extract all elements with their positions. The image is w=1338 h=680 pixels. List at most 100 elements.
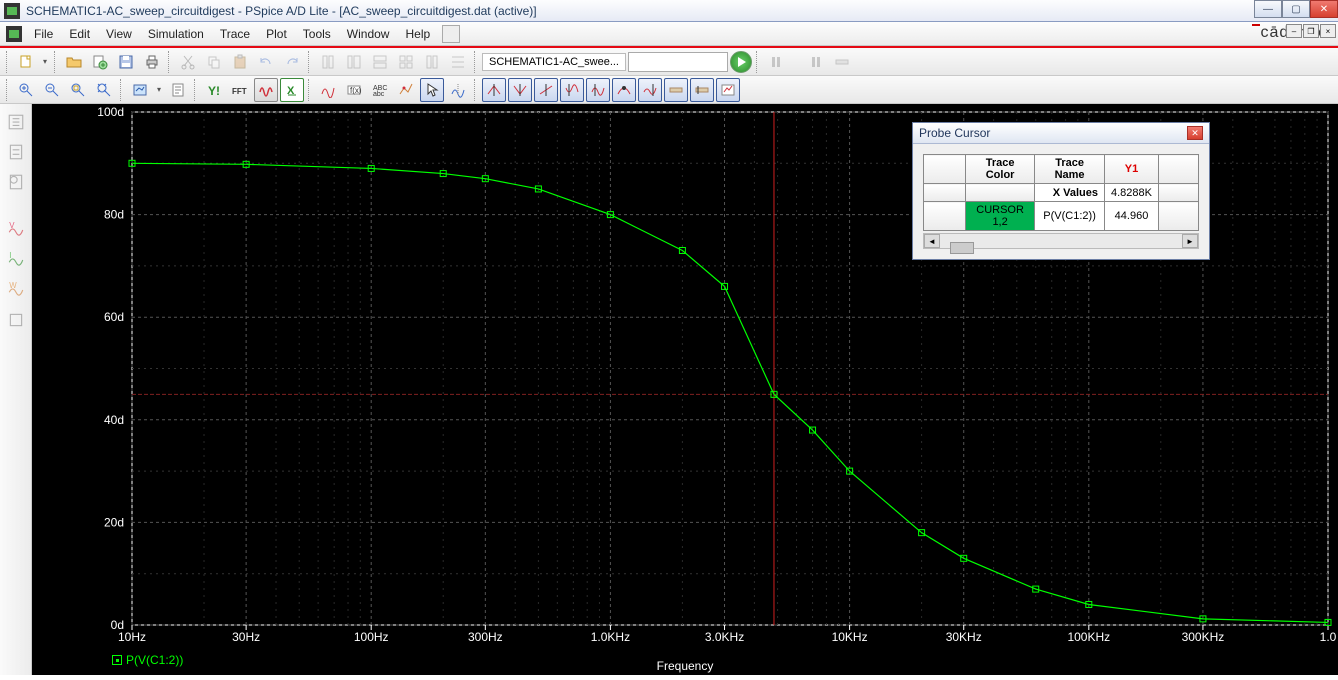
- menu-trace[interactable]: Trace: [212, 25, 258, 43]
- app-menu-icon[interactable]: [6, 26, 22, 42]
- undo-icon[interactable]: [254, 50, 278, 74]
- mark-points-icon[interactable]: [394, 78, 418, 102]
- maximize-button[interactable]: ▢: [1282, 0, 1310, 18]
- svg-text:1.0: 1.0: [1320, 630, 1337, 644]
- cursor-search-icon[interactable]: [664, 78, 688, 102]
- mdi-restore-button[interactable]: ❐: [1303, 24, 1319, 38]
- active-tab-label[interactable]: SCHEMATIC1-AC_swee...: [482, 53, 626, 71]
- cursor-trough-icon[interactable]: [508, 78, 532, 102]
- copy-icon[interactable]: [202, 50, 226, 74]
- toggle-3-icon[interactable]: [368, 50, 392, 74]
- sb-db-marker-icon[interactable]: [4, 308, 28, 332]
- svg-text:80d: 80d: [104, 208, 124, 222]
- probe-title[interactable]: Probe Cursor ✕: [913, 123, 1209, 144]
- menu-extra-button[interactable]: [442, 25, 460, 43]
- scroll-right-icon[interactable]: ►: [1182, 234, 1198, 248]
- fft-icon[interactable]: FFT: [228, 78, 252, 102]
- sb-i-marker-icon[interactable]: I: [4, 248, 28, 272]
- redo-icon[interactable]: [280, 50, 304, 74]
- append-file-icon[interactable]: [88, 50, 112, 74]
- menu-help[interactable]: Help: [397, 25, 438, 43]
- sb-netlist-icon[interactable]: [4, 140, 28, 164]
- cursor-peak-icon[interactable]: [482, 78, 506, 102]
- waveform-icon[interactable]: [254, 78, 278, 102]
- svg-text:I: I: [9, 251, 11, 260]
- xvalues-value: 4.8288K: [1105, 184, 1159, 202]
- paste-icon[interactable]: [228, 50, 252, 74]
- text-results-icon[interactable]: [166, 78, 190, 102]
- trace-legend[interactable]: P(V(C1:2)): [112, 653, 183, 667]
- sb-output-icon[interactable]: [4, 170, 28, 194]
- menu-tools[interactable]: Tools: [295, 25, 339, 43]
- svg-text:300KHz: 300KHz: [1182, 630, 1225, 644]
- cursor-next-icon[interactable]: [638, 78, 662, 102]
- record-sim-icon[interactable]: [830, 50, 854, 74]
- probe-close-icon[interactable]: ✕: [1187, 126, 1203, 140]
- th-trace-name[interactable]: Trace Name: [1035, 155, 1105, 184]
- y-axis-icon[interactable]: Y!: [202, 78, 226, 102]
- zoom-out-icon[interactable]: [40, 78, 64, 102]
- sb-v-marker-icon[interactable]: V: [4, 218, 28, 242]
- add-trace-icon[interactable]: [316, 78, 340, 102]
- cursor-slope-icon[interactable]: [534, 78, 558, 102]
- svg-text:Y!: Y!: [208, 84, 220, 98]
- close-button[interactable]: ✕: [1310, 0, 1338, 18]
- toggle-5-icon[interactable]: [420, 50, 444, 74]
- cursor-display-icon[interactable]: [716, 78, 740, 102]
- cursor-min-icon[interactable]: [560, 78, 584, 102]
- log-dropdown-icon[interactable]: ▾: [154, 85, 164, 94]
- save-icon[interactable]: [114, 50, 138, 74]
- toggle-1-icon[interactable]: [316, 50, 340, 74]
- print-icon[interactable]: [140, 50, 164, 74]
- cursor-tool-icon[interactable]: [420, 78, 444, 102]
- toggle-cursor-icon[interactable]: [446, 78, 470, 102]
- toggle-2-icon[interactable]: [342, 50, 366, 74]
- svg-text:300Hz: 300Hz: [468, 630, 503, 644]
- scroll-left-icon[interactable]: ◄: [924, 234, 940, 248]
- svg-text:W: W: [9, 281, 17, 290]
- zoom-in-icon[interactable]: [14, 78, 38, 102]
- sb-schematic-icon[interactable]: [4, 110, 28, 134]
- legend-text: P(V(C1:2)): [126, 653, 183, 667]
- new-dropdown-icon[interactable]: ▾: [40, 57, 50, 66]
- menu-file[interactable]: File: [26, 25, 61, 43]
- titlebar: SCHEMATIC1-AC_sweep_circuitdigest - PSpi…: [0, 0, 1338, 22]
- app-icon: [4, 3, 20, 19]
- cursor-max-icon[interactable]: [586, 78, 610, 102]
- mdi-minimize-button[interactable]: –: [1286, 24, 1302, 38]
- toggle-6-icon[interactable]: [446, 50, 470, 74]
- menu-plot[interactable]: Plot: [258, 25, 295, 43]
- th-trace-color[interactable]: Trace Color: [966, 155, 1035, 184]
- cursor-cell[interactable]: CURSOR 1,2: [966, 202, 1035, 231]
- menu-view[interactable]: View: [98, 25, 140, 43]
- run-button[interactable]: [730, 51, 752, 73]
- stop-sim-icon[interactable]: [804, 50, 828, 74]
- new-file-icon[interactable]: [14, 50, 38, 74]
- open-folder-icon[interactable]: [62, 50, 86, 74]
- menu-window[interactable]: Window: [339, 25, 398, 43]
- plot-area[interactable]: 0d20d40d60d80d100d10Hz30Hz100Hz300Hz1.0K…: [32, 104, 1338, 675]
- text-label-icon[interactable]: ABCabc: [368, 78, 392, 102]
- log-toggle-icon[interactable]: [128, 78, 152, 102]
- probe-scrollbar[interactable]: ◄ ►: [923, 233, 1199, 249]
- cursor-point-icon[interactable]: [612, 78, 636, 102]
- simulation-input[interactable]: [628, 52, 728, 72]
- probe-table: Trace Color Trace Name Y1 X Values 4.828…: [923, 154, 1199, 231]
- th-y1[interactable]: Y1: [1105, 155, 1159, 184]
- probe-cursor-panel[interactable]: Probe Cursor ✕ Trace Color Trace Name Y1…: [912, 122, 1210, 260]
- pause-sim-icon[interactable]: [764, 50, 788, 74]
- menu-simulation[interactable]: Simulation: [140, 25, 212, 43]
- eval-goal-icon[interactable]: f(x): [342, 78, 366, 102]
- minimize-button[interactable]: —: [1254, 0, 1282, 18]
- cursor-prev-icon[interactable]: [690, 78, 714, 102]
- sb-w-marker-icon[interactable]: W: [4, 278, 28, 302]
- excel-export-icon[interactable]: X: [280, 78, 304, 102]
- svg-text:40d: 40d: [104, 413, 124, 427]
- cut-icon[interactable]: [176, 50, 200, 74]
- scroll-thumb[interactable]: [950, 242, 974, 254]
- mdi-close-button[interactable]: ×: [1320, 24, 1336, 38]
- menu-edit[interactable]: Edit: [61, 25, 98, 43]
- zoom-area-icon[interactable]: [66, 78, 90, 102]
- zoom-fit-icon[interactable]: [92, 78, 116, 102]
- toggle-4-icon[interactable]: [394, 50, 418, 74]
